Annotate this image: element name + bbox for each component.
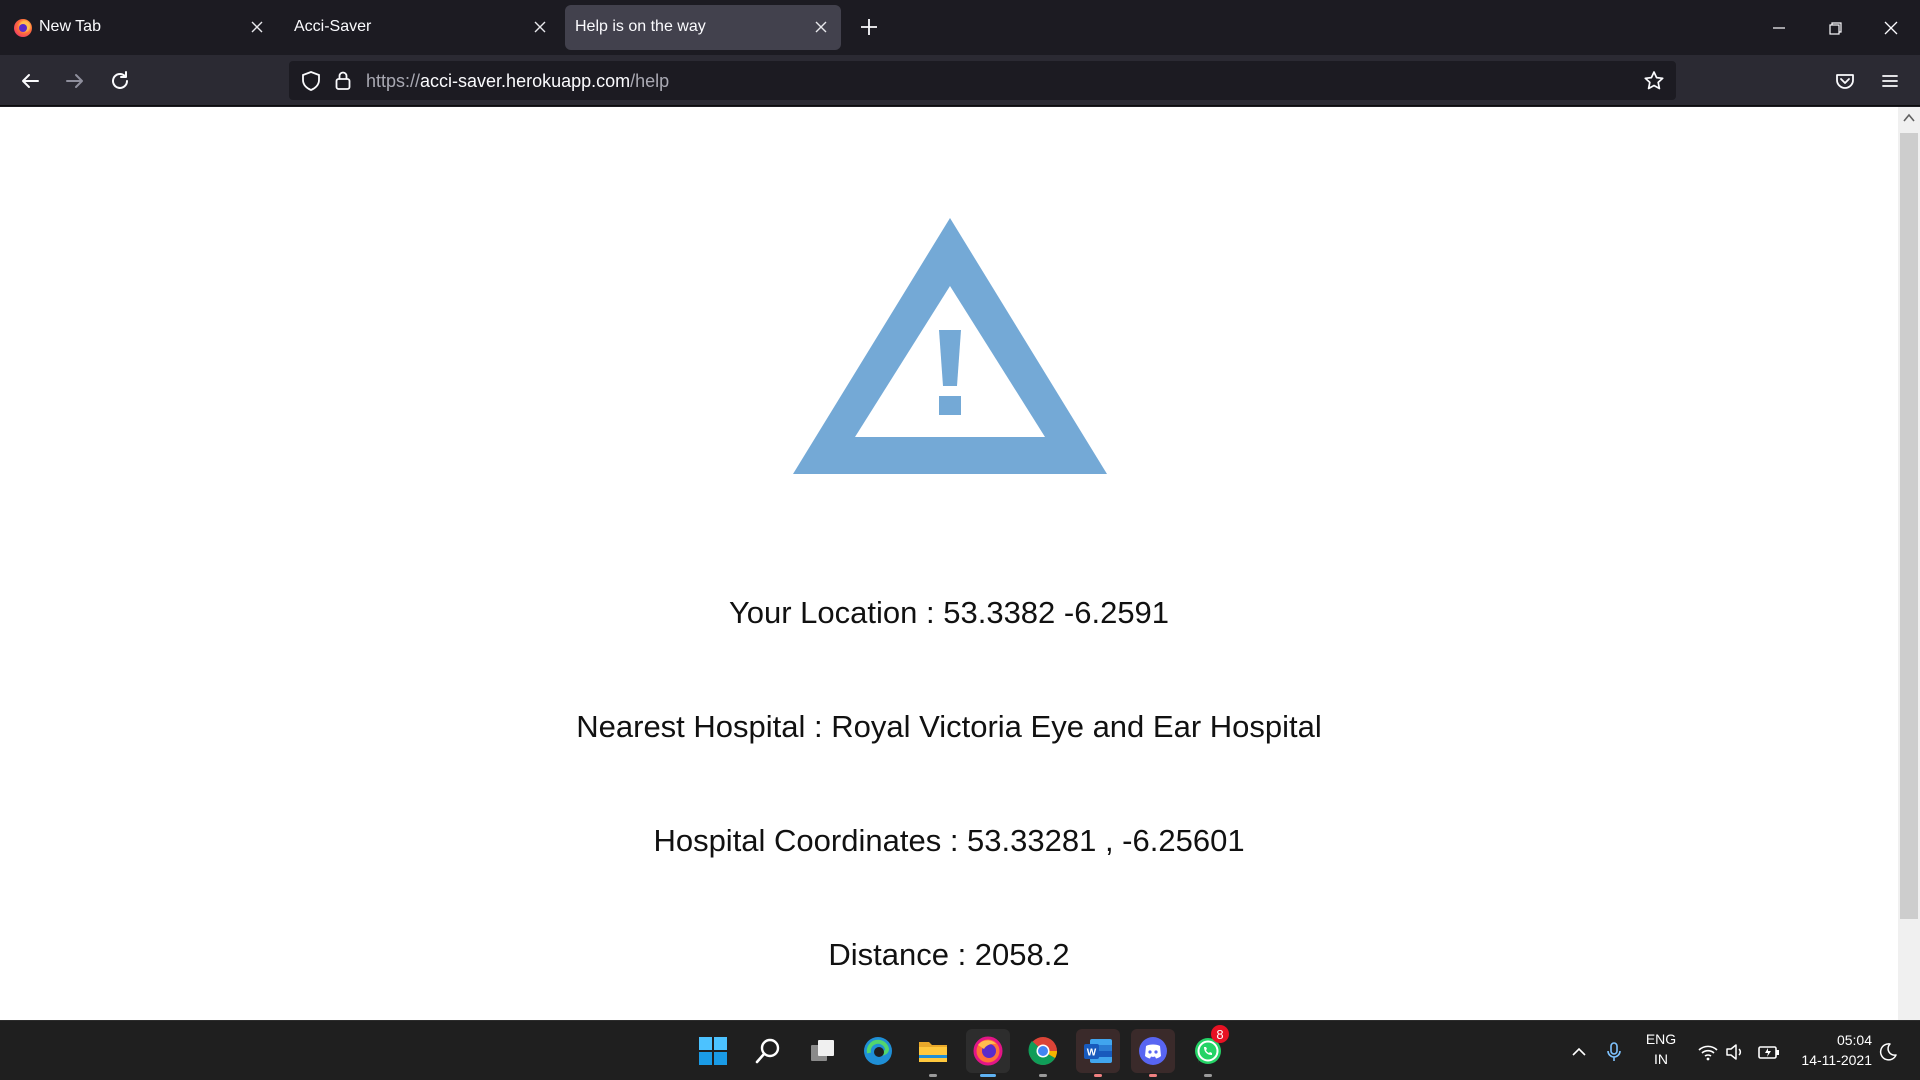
- exclamation-dot: [939, 396, 961, 415]
- word-icon: W: [1084, 1039, 1112, 1063]
- folder-icon: [919, 1042, 947, 1062]
- url-path: /help: [630, 71, 670, 91]
- firefox-taskbar-button[interactable]: [966, 1029, 1010, 1077]
- windows-taskbar: W 8 ENG IN 05:04 14-11-2021: [0, 1020, 1920, 1080]
- chevron-up-icon[interactable]: [1902, 111, 1916, 125]
- shield-icon[interactable]: [300, 70, 322, 92]
- volume-icon[interactable]: [1724, 1041, 1746, 1063]
- tab-label: Acci-Saver: [294, 18, 372, 35]
- chrome-icon: [1028, 1037, 1057, 1065]
- tab-acci-saver[interactable]: Acci-Saver: [283, 5, 557, 50]
- new-tab-button[interactable]: [856, 14, 882, 40]
- word-taskbar-button[interactable]: W: [1076, 1029, 1120, 1077]
- svg-text:W: W: [1087, 1048, 1097, 1059]
- tab-strip: New Tab Acci-Saver Help is on the way: [0, 0, 1920, 55]
- microphone-icon[interactable]: [1603, 1041, 1625, 1063]
- language-indicator-bottom[interactable]: IN: [1645, 1051, 1677, 1067]
- notification-badge: 8: [1211, 1025, 1229, 1043]
- running-indicator: [980, 1074, 996, 1077]
- running-indicator: [1204, 1074, 1212, 1077]
- nearest-hospital-text: Nearest Hospital : Royal Victoria Eye an…: [576, 709, 1322, 744]
- battery-icon[interactable]: [1757, 1041, 1779, 1063]
- chrome-taskbar-button[interactable]: [1021, 1029, 1065, 1077]
- running-indicator: [929, 1074, 937, 1077]
- running-indicator: [1039, 1074, 1047, 1077]
- reload-button[interactable]: [106, 67, 134, 95]
- url-text[interactable]: https://acci-saver.herokuapp.com/help: [366, 71, 669, 92]
- firefox-icon: [14, 19, 32, 37]
- page-content: Your Location : 53.3382 -6.2591 Nearest …: [0, 107, 1898, 1020]
- clock-time[interactable]: 05:04: [1792, 1032, 1872, 1048]
- hospital-coordinates-text: Hospital Coordinates : 53.33281 , -6.256…: [653, 823, 1245, 858]
- chevron-up-icon[interactable]: [1568, 1041, 1590, 1063]
- close-window-button[interactable]: [1877, 14, 1905, 42]
- url-scheme: https://: [366, 71, 421, 91]
- running-indicator: [1094, 1074, 1102, 1077]
- discord-taskbar-button[interactable]: [1131, 1029, 1175, 1077]
- windows-logo-icon: [699, 1037, 727, 1065]
- file-explorer-taskbar-button[interactable]: [911, 1029, 955, 1077]
- menu-icon[interactable]: [1876, 67, 1904, 95]
- lock-icon[interactable]: [332, 69, 354, 91]
- clock-date[interactable]: 14-11-2021: [1792, 1052, 1872, 1068]
- warning-triangle-icon: [793, 218, 1107, 474]
- close-icon[interactable]: [810, 16, 832, 38]
- address-bar[interactable]: https://acci-saver.herokuapp.com/help: [289, 61, 1676, 100]
- navigation-toolbar: https://acci-saver.herokuapp.com/help: [0, 55, 1920, 106]
- scrollbar-thumb[interactable]: [1900, 133, 1918, 919]
- edge-taskbar-button[interactable]: [856, 1029, 900, 1073]
- discord-icon: [1139, 1037, 1167, 1065]
- distance-text: Distance : 2058.2: [828, 937, 1070, 972]
- minimize-button[interactable]: [1765, 14, 1793, 42]
- language-indicator-top[interactable]: ENG: [1645, 1031, 1677, 1047]
- tab-help-is-on-the-way[interactable]: Help is on the way: [565, 5, 841, 50]
- running-indicator: [1149, 1074, 1157, 1077]
- your-location-text: Your Location : 53.3382 -6.2591: [728, 595, 1170, 630]
- pocket-icon[interactable]: [1831, 67, 1859, 95]
- task-view-icon: [811, 1040, 834, 1061]
- tab-label: Help is on the way: [575, 18, 706, 35]
- url-host: acci-saver.herokuapp.com: [420, 71, 631, 91]
- tab-label: New Tab: [39, 18, 101, 35]
- whatsapp-taskbar-button[interactable]: 8: [1186, 1025, 1230, 1077]
- focus-assist-icon[interactable]: [1877, 1041, 1899, 1063]
- star-icon[interactable]: [1642, 69, 1666, 93]
- vertical-scrollbar[interactable]: [1898, 107, 1920, 1020]
- task-view-button[interactable]: [801, 1029, 845, 1073]
- forward-button[interactable]: [61, 67, 89, 95]
- close-icon[interactable]: [246, 16, 268, 38]
- edge-icon: [864, 1037, 892, 1065]
- firefox-icon: [973, 1036, 1003, 1066]
- restore-button[interactable]: [1821, 14, 1849, 42]
- start-button[interactable]: [691, 1029, 735, 1073]
- close-icon[interactable]: [529, 16, 551, 38]
- search-icon: [755, 1038, 780, 1064]
- tab-new-tab[interactable]: New Tab: [2, 5, 276, 50]
- back-button[interactable]: [16, 67, 44, 95]
- search-button[interactable]: [746, 1029, 790, 1073]
- wifi-icon[interactable]: [1697, 1041, 1719, 1063]
